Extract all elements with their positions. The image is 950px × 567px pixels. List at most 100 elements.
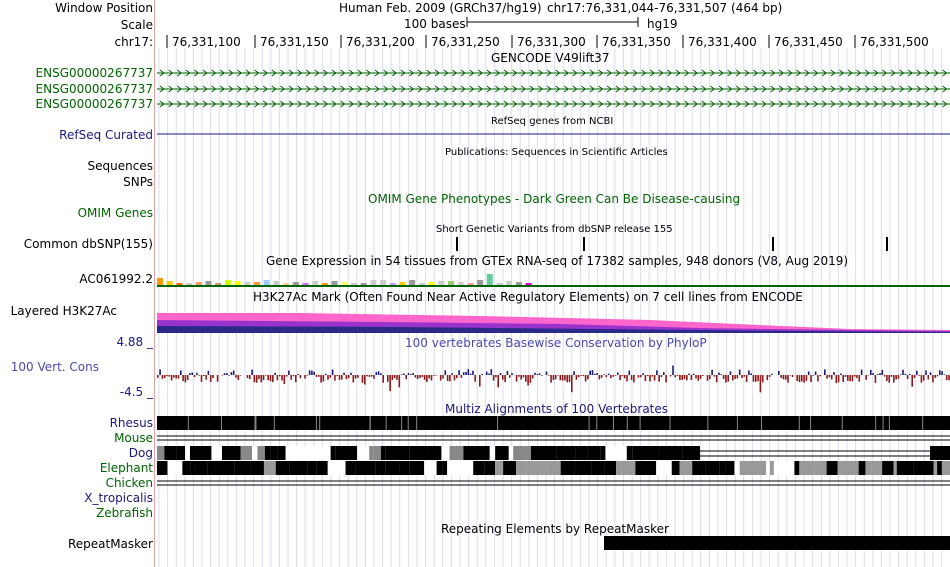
rhesus-mismatch: [841, 416, 843, 430]
gtex-tissue-bar: [312, 281, 319, 285]
dog-alignment-block: [930, 446, 950, 460]
phylop-score-bar: [538, 373, 541, 375]
dog-alignment-block: [157, 446, 165, 460]
phylop-score-bar: [564, 375, 566, 381]
phylop-score-bar: [212, 375, 214, 378]
phylop-score-bar: [902, 369, 904, 375]
phylop-score-bar: [161, 375, 164, 379]
rhesus-mismatch: [875, 416, 877, 430]
phylop-score-bar: [223, 373, 226, 375]
gtex-tissue-bar: [496, 283, 503, 285]
rhesus-mismatch: [221, 416, 223, 430]
gtex-tissue-bar: [224, 280, 231, 285]
elephant-alignment-block: [560, 461, 575, 475]
dog-alignment-block: [632, 446, 659, 460]
phylop-score-bar: [573, 371, 575, 375]
phylop-score-bar: [382, 375, 384, 383]
elephant-alignment-block: [503, 461, 509, 475]
phylop-score-bar: [732, 375, 734, 381]
phylop-score-bar: [159, 369, 161, 375]
phylop-score-bar: [798, 375, 801, 382]
rhesus-mismatch: [416, 416, 418, 430]
phylop-score-bar: [412, 373, 414, 375]
elephant-alignment-block: [799, 461, 815, 475]
phylop-score-bar: [343, 372, 345, 375]
phylop-score-bar: [860, 369, 863, 375]
phylop-score-bar: [603, 374, 605, 375]
phylop-score-bar: [198, 375, 200, 376]
phylop-score-bar: [936, 375, 939, 377]
elephant-alignment-block: [355, 461, 376, 475]
gtex-tissue-bar: [331, 281, 338, 285]
dog-alignment-block: [495, 446, 509, 460]
phylop-score-bar: [488, 373, 490, 375]
phylop-score-bar: [927, 375, 930, 380]
phylop-score-bar: [607, 373, 610, 375]
chromosome-ruler: 76,331,100 76,331,150 76,331,200 76,331,250…: [166, 35, 929, 49]
phylop-score-bar: [835, 375, 838, 384]
phylop-score-bar: [591, 370, 594, 375]
phylop-score-bar: [387, 375, 389, 382]
phylop-score-bar: [610, 375, 612, 379]
dog-alignment-block: [513, 446, 532, 460]
gtex-tissue-bar: [283, 283, 290, 285]
phylop-score-bar: [789, 375, 792, 376]
phylop-score-bar: [182, 375, 184, 382]
elephant-alignment-block: [773, 461, 789, 475]
dog-alignment-block: [211, 446, 222, 460]
genome-track-area[interactable]: 76,331,100 76,331,150 76,331,200 76,331,250…: [0, 0, 950, 567]
elephant-alignment-block: [871, 461, 883, 475]
snp-marker: [772, 237, 774, 251]
phylop-score-bar: [663, 372, 665, 375]
phylop-score-bar: [529, 375, 532, 383]
rhesus-mismatch: [273, 416, 275, 430]
phylop-score-bar: [237, 375, 240, 381]
scale-text: 100 bases: [404, 17, 466, 31]
phylop-score-bar: [725, 375, 727, 383]
elephant-alignment-block: [591, 461, 605, 475]
phylop-score-bar: [575, 375, 578, 380]
elephant-alignment-block: [289, 461, 308, 475]
phylop-score-bar: [566, 375, 568, 383]
elephant-alignment-block: [656, 461, 672, 475]
elephant-alignment-block: [508, 461, 517, 475]
phylop-score-bar: [458, 370, 460, 375]
phylop-score-bar: [893, 375, 895, 383]
phylop-score-bar: [173, 375, 175, 378]
phylop-score-bar: [649, 375, 651, 382]
elephant-alignment-block: [579, 461, 592, 475]
gtex-tissue-bar: [273, 281, 280, 285]
phylop-score-bar: [435, 375, 437, 376]
elephant-alignment-block: [893, 461, 897, 475]
gtex-tissue-bar: [186, 283, 193, 285]
assembly-title: Human Feb. 2009 (GRCh37/hg19): [339, 1, 542, 15]
gtex-tissue-bar: [351, 283, 357, 285]
phylop-score-bar: [481, 373, 483, 375]
dog-alignment-block: [189, 446, 203, 460]
dog-alignment-block: [508, 446, 514, 460]
gtex-tissue-bar: [428, 282, 435, 285]
phylop-score-bar: [890, 375, 893, 377]
elephant-alignment-block: [157, 461, 168, 475]
phylop-score-bar: [504, 375, 506, 383]
phylop-score-bar: [589, 370, 591, 375]
db-label: hg19: [647, 17, 678, 31]
phylop-score-bar: [469, 373, 472, 375]
phylop-score-bar: [177, 375, 180, 379]
elephant-alignment-block: [788, 461, 795, 475]
dog-alignment-block: [463, 446, 476, 460]
elephant-alignment-block: [275, 461, 290, 475]
phylop-score-bar: [203, 375, 205, 376]
gtex-tissue-bar: [525, 283, 532, 285]
phylop-score-bar: [690, 375, 693, 380]
phylop-score-bar: [520, 375, 522, 380]
phylop-score-bar: [377, 371, 380, 375]
phylop-score-bar: [738, 369, 741, 375]
dog-alignment-block: [531, 446, 557, 460]
gtex-tissue-bar: [438, 281, 445, 285]
dog-alignment-block: [682, 446, 700, 460]
phylop-score-bar: [713, 375, 716, 377]
phylop-score-bar: [791, 375, 794, 377]
gtex-tissue-bar: [389, 283, 396, 285]
phylop-score-bar: [265, 375, 267, 376]
